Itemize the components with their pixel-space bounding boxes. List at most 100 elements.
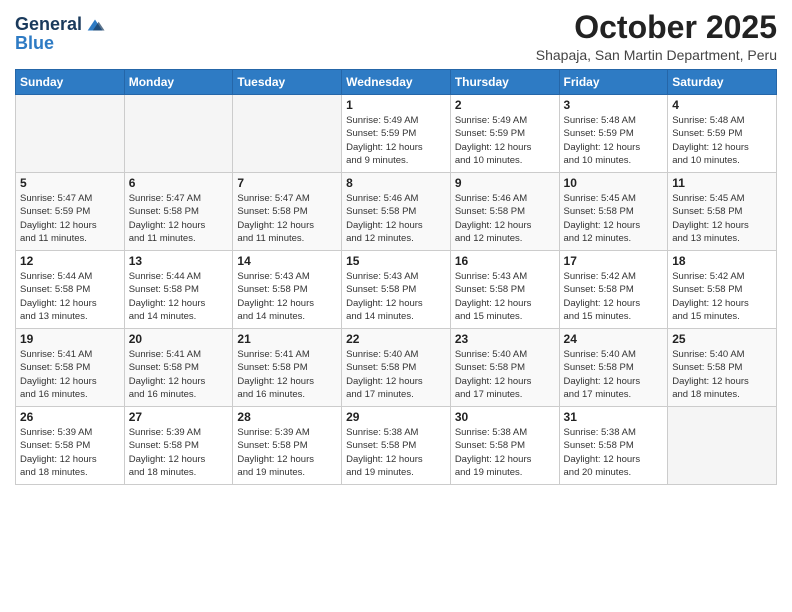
- day-info: Sunrise: 5:40 AM Sunset: 5:58 PM Dayligh…: [672, 348, 772, 401]
- table-row: 8 Sunrise: 5:46 AM Sunset: 5:58 PM Daylig…: [342, 173, 451, 251]
- header-saturday: Saturday: [668, 70, 777, 95]
- table-row: 27 Sunrise: 5:39 AM Sunset: 5:58 PM Dayli…: [124, 407, 233, 485]
- day-number: 21: [237, 332, 337, 346]
- table-row: 26 Sunrise: 5:39 AM Sunset: 5:58 PM Dayli…: [16, 407, 125, 485]
- table-row: 22Sunrise: 5:40 AM Sunset: 5:58 PM Dayli…: [342, 329, 451, 407]
- day-number: 17: [564, 254, 664, 268]
- day-info: Sunrise: 5:43 AM Sunset: 5:58 PM Dayligh…: [346, 270, 446, 323]
- day-info: Sunrise: 5:48 AM Sunset: 5:59 PM Dayligh…: [672, 114, 772, 167]
- day-info: Sunrise: 5:42 AM Sunset: 5:58 PM Dayligh…: [672, 270, 772, 323]
- table-row: 17 Sunrise: 5:42 AM Sunset: 5:58 PM Dayli…: [559, 251, 668, 329]
- day-info: Sunrise: 5:46 AM Sunset: 5:58 PM Dayligh…: [346, 192, 446, 245]
- day-info: Sunrise: 5:40 AM Sunset: 5:58 PM Dayligh…: [564, 348, 664, 401]
- table-row: 23Sunrise: 5:40 AM Sunset: 5:58 PM Dayli…: [450, 329, 559, 407]
- day-number: 29: [346, 410, 446, 424]
- table-row: 18 Sunrise: 5:42 AM Sunset: 5:58 PM Dayli…: [668, 251, 777, 329]
- table-row: [668, 407, 777, 485]
- calendar-week-3: 12 Sunrise: 5:44 AM Sunset: 5:58 PM Dayli…: [16, 251, 777, 329]
- location: Shapaja, San Martin Department, Peru: [536, 47, 777, 63]
- header-sunday: Sunday: [16, 70, 125, 95]
- table-row: 5Sunrise: 5:47 AM Sunset: 5:59 PM Daylig…: [16, 173, 125, 251]
- day-info: Sunrise: 5:47 AM Sunset: 5:58 PM Dayligh…: [237, 192, 337, 245]
- table-row: 6 Sunrise: 5:47 AM Sunset: 5:58 PM Daylig…: [124, 173, 233, 251]
- day-number: 26: [20, 410, 120, 424]
- table-row: [124, 95, 233, 173]
- day-number: 10: [564, 176, 664, 190]
- day-info: Sunrise: 5:38 AM Sunset: 5:58 PM Dayligh…: [455, 426, 555, 479]
- header-tuesday: Tuesday: [233, 70, 342, 95]
- title-area: October 2025 Shapaja, San Martin Departm…: [536, 10, 777, 63]
- day-info: Sunrise: 5:42 AM Sunset: 5:58 PM Dayligh…: [564, 270, 664, 323]
- table-row: 13Sunrise: 5:44 AM Sunset: 5:58 PM Dayli…: [124, 251, 233, 329]
- logo-blue: Blue: [15, 34, 106, 54]
- day-number: 4: [672, 98, 772, 112]
- day-info: Sunrise: 5:41 AM Sunset: 5:58 PM Dayligh…: [20, 348, 120, 401]
- table-row: 20Sunrise: 5:41 AM Sunset: 5:58 PM Dayli…: [124, 329, 233, 407]
- day-number: 30: [455, 410, 555, 424]
- logo: General Blue: [15, 14, 106, 54]
- table-row: 11Sunrise: 5:45 AM Sunset: 5:58 PM Dayli…: [668, 173, 777, 251]
- calendar-week-2: 5Sunrise: 5:47 AM Sunset: 5:59 PM Daylig…: [16, 173, 777, 251]
- day-number: 18: [672, 254, 772, 268]
- calendar-header-row: Sunday Monday Tuesday Wednesday Thursday…: [16, 70, 777, 95]
- day-number: 20: [129, 332, 229, 346]
- table-row: [233, 95, 342, 173]
- logo-general: General: [15, 14, 82, 34]
- table-row: 19 Sunrise: 5:41 AM Sunset: 5:58 PM Dayli…: [16, 329, 125, 407]
- day-number: 31: [564, 410, 664, 424]
- day-number: 25: [672, 332, 772, 346]
- day-number: 16: [455, 254, 555, 268]
- day-info: Sunrise: 5:39 AM Sunset: 5:58 PM Dayligh…: [20, 426, 120, 479]
- day-info: Sunrise: 5:48 AM Sunset: 5:59 PM Dayligh…: [564, 114, 664, 167]
- table-row: 15 Sunrise: 5:43 AM Sunset: 5:58 PM Dayli…: [342, 251, 451, 329]
- table-row: 21 Sunrise: 5:41 AM Sunset: 5:58 PM Dayli…: [233, 329, 342, 407]
- day-info: Sunrise: 5:47 AM Sunset: 5:59 PM Dayligh…: [20, 192, 120, 245]
- day-info: Sunrise: 5:47 AM Sunset: 5:58 PM Dayligh…: [129, 192, 229, 245]
- table-row: [16, 95, 125, 173]
- table-row: 30 Sunrise: 5:38 AM Sunset: 5:58 PM Dayli…: [450, 407, 559, 485]
- day-info: Sunrise: 5:43 AM Sunset: 5:58 PM Dayligh…: [237, 270, 337, 323]
- month-title: October 2025: [536, 10, 777, 45]
- day-info: Sunrise: 5:41 AM Sunset: 5:58 PM Dayligh…: [237, 348, 337, 401]
- table-row: 12 Sunrise: 5:44 AM Sunset: 5:58 PM Dayli…: [16, 251, 125, 329]
- day-number: 15: [346, 254, 446, 268]
- day-number: 27: [129, 410, 229, 424]
- header-thursday: Thursday: [450, 70, 559, 95]
- table-row: 2 Sunrise: 5:49 AM Sunset: 5:59 PM Daylig…: [450, 95, 559, 173]
- table-row: 3Sunrise: 5:48 AM Sunset: 5:59 PM Daylig…: [559, 95, 668, 173]
- page-container: General Blue October 2025 Shapaja, San M…: [0, 0, 792, 490]
- logo-icon: [84, 14, 106, 36]
- day-number: 1: [346, 98, 446, 112]
- day-info: Sunrise: 5:39 AM Sunset: 5:58 PM Dayligh…: [237, 426, 337, 479]
- table-row: 10 Sunrise: 5:45 AM Sunset: 5:58 PM Dayli…: [559, 173, 668, 251]
- day-info: Sunrise: 5:49 AM Sunset: 5:59 PM Dayligh…: [455, 114, 555, 167]
- day-number: 11: [672, 176, 772, 190]
- day-info: Sunrise: 5:40 AM Sunset: 5:58 PM Dayligh…: [455, 348, 555, 401]
- day-number: 22: [346, 332, 446, 346]
- day-number: 12: [20, 254, 120, 268]
- table-row: 31 Sunrise: 5:38 AM Sunset: 5:58 PM Dayli…: [559, 407, 668, 485]
- calendar-week-5: 26 Sunrise: 5:39 AM Sunset: 5:58 PM Dayli…: [16, 407, 777, 485]
- day-info: Sunrise: 5:39 AM Sunset: 5:58 PM Dayligh…: [129, 426, 229, 479]
- header: General Blue October 2025 Shapaja, San M…: [15, 10, 777, 63]
- day-info: Sunrise: 5:46 AM Sunset: 5:58 PM Dayligh…: [455, 192, 555, 245]
- table-row: 9 Sunrise: 5:46 AM Sunset: 5:58 PM Daylig…: [450, 173, 559, 251]
- day-number: 19: [20, 332, 120, 346]
- day-info: Sunrise: 5:49 AM Sunset: 5:59 PM Dayligh…: [346, 114, 446, 167]
- day-info: Sunrise: 5:44 AM Sunset: 5:58 PM Dayligh…: [20, 270, 120, 323]
- day-info: Sunrise: 5:45 AM Sunset: 5:58 PM Dayligh…: [564, 192, 664, 245]
- day-number: 8: [346, 176, 446, 190]
- day-number: 24: [564, 332, 664, 346]
- logo-text: General: [15, 15, 82, 35]
- day-number: 9: [455, 176, 555, 190]
- day-info: Sunrise: 5:44 AM Sunset: 5:58 PM Dayligh…: [129, 270, 229, 323]
- table-row: 25 Sunrise: 5:40 AM Sunset: 5:58 PM Dayli…: [668, 329, 777, 407]
- day-number: 6: [129, 176, 229, 190]
- day-number: 28: [237, 410, 337, 424]
- day-number: 2: [455, 98, 555, 112]
- table-row: 28 Sunrise: 5:39 AM Sunset: 5:58 PM Dayli…: [233, 407, 342, 485]
- table-row: 24 Sunrise: 5:40 AM Sunset: 5:58 PM Dayli…: [559, 329, 668, 407]
- table-row: 16Sunrise: 5:43 AM Sunset: 5:58 PM Dayli…: [450, 251, 559, 329]
- day-info: Sunrise: 5:38 AM Sunset: 5:58 PM Dayligh…: [564, 426, 664, 479]
- table-row: 29Sunrise: 5:38 AM Sunset: 5:58 PM Dayli…: [342, 407, 451, 485]
